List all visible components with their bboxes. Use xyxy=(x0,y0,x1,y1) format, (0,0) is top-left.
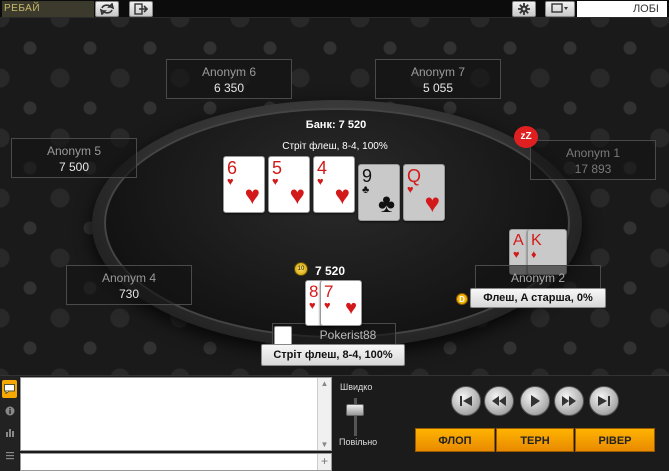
skip-back-icon xyxy=(460,396,472,406)
card-suit: ♥ xyxy=(227,176,234,188)
info-icon xyxy=(5,406,14,416)
exit-icon xyxy=(134,3,148,15)
flop-button[interactable]: ФЛОП xyxy=(415,428,495,452)
card-suit-large: ♥ xyxy=(334,180,350,210)
river-button[interactable]: РІВЕР xyxy=(575,428,655,452)
hero-hand-label: Стріт флеш, 8-4, 100% xyxy=(261,344,405,366)
card-rank: 9 xyxy=(362,166,373,186)
hero-card-2: 7 ♥ ♥ xyxy=(320,280,362,326)
card-suit: ♥ xyxy=(309,300,316,312)
dealer-button-icon: D xyxy=(456,293,468,305)
rebuy-button[interactable]: РЕБАЙ xyxy=(2,1,94,17)
play-button[interactable] xyxy=(520,386,550,416)
card-suit: ♥ xyxy=(513,249,520,261)
bar-chart-icon xyxy=(5,429,14,437)
card-suit-large: ♣ xyxy=(377,188,395,218)
card-suit: ♥ xyxy=(317,176,324,188)
seat-anonym-7[interactable]: Anonym 7 5 055 xyxy=(375,59,501,99)
seat-stack: 7 500 xyxy=(58,160,90,174)
card-rank: Q xyxy=(407,166,422,186)
card-suit: ♥ xyxy=(324,300,331,312)
board-card-3: 4 ♥ ♥ xyxy=(313,156,355,213)
speed-slider-handle[interactable] xyxy=(346,404,364,416)
board-card-2: 5 ♥ ♥ xyxy=(268,156,310,213)
skip-to-end-button[interactable] xyxy=(589,386,619,416)
settings-button[interactable] xyxy=(512,1,536,17)
hero-bet-amount: 7 520 xyxy=(315,264,346,278)
card-suit: ♥ xyxy=(272,176,279,188)
chat-input[interactable]: + xyxy=(20,453,332,471)
seat-stack: 6 350 xyxy=(213,81,245,95)
rewind-icon xyxy=(492,396,506,406)
anonym2-hand-label: Флеш, A старша, 0% xyxy=(470,288,606,308)
seat-name: Anonym 2 xyxy=(510,271,566,285)
seat-anonym-5[interactable]: Anonym 5 7 500 xyxy=(11,138,137,178)
card-rank: 7 xyxy=(324,282,334,301)
seat-name: Anonym 5 xyxy=(46,144,102,158)
lobby-button[interactable]: ЛОБІ xyxy=(577,1,667,17)
add-icon[interactable]: + xyxy=(317,454,331,470)
scroll-down-icon[interactable]: ▼ xyxy=(318,440,331,449)
card-suit-large: ♥ xyxy=(345,297,357,319)
chat-tab[interactable] xyxy=(2,380,17,398)
board-card-5: Q ♥ ♥ xyxy=(403,164,445,221)
play-icon xyxy=(531,395,540,407)
seat-anonym-1[interactable]: Anonym 1 17 893 xyxy=(530,140,656,180)
seat-stack: 17 893 xyxy=(574,162,612,176)
scroll-up-icon[interactable]: ▲ xyxy=(318,379,331,388)
gear-icon xyxy=(518,3,530,15)
skip-to-start-button[interactable] xyxy=(451,386,481,416)
poker-table-area: Anonym 6 6 350 Anonym 7 5 055 Anonym 5 7… xyxy=(0,18,669,375)
pot-label: Банк: 7 520 xyxy=(305,119,367,131)
side-tabs xyxy=(0,376,19,471)
window-icon xyxy=(551,3,568,13)
seat-name: Anonym 1 xyxy=(565,146,621,160)
chat-icon xyxy=(4,384,15,394)
sleep-badge-icon: zZ xyxy=(514,126,538,148)
card-suit-large: ♥ xyxy=(244,180,260,210)
rewind-button[interactable] xyxy=(484,386,514,416)
info-tab[interactable] xyxy=(2,402,17,420)
card-rank: A xyxy=(513,232,524,249)
chat-log[interactable]: ▲ ▼ xyxy=(20,377,332,451)
pot-hand-label: Стріт флеш, 8-4, 100% xyxy=(282,141,388,152)
seat-stack: 730 xyxy=(118,287,140,301)
seat-stack: 5 055 xyxy=(422,81,454,95)
speed-slow-label: Повільно xyxy=(339,437,378,447)
card-suit-large: ♥ xyxy=(289,180,305,210)
card-suit-large: ♥ xyxy=(424,188,440,218)
board-card-4: 9 ♣ ♣ xyxy=(358,164,400,221)
exit-button[interactable] xyxy=(129,1,153,17)
stats-tab[interactable] xyxy=(2,423,17,441)
fast-forward-button[interactable] xyxy=(554,386,584,416)
chat-scrollbar[interactable]: ▲ ▼ xyxy=(317,378,331,450)
card-rank: K xyxy=(531,232,542,249)
card-rank: 5 xyxy=(272,158,283,178)
turn-button[interactable]: ТЕРН xyxy=(496,428,574,452)
card-suit: ♣ xyxy=(362,184,370,196)
seat-name: Anonym 4 xyxy=(101,271,157,285)
bottom-panel: ▲ ▼ + Швидко Повільно ФЛОП ТЕРН РІВЕР xyxy=(0,375,669,471)
list-icon xyxy=(5,452,14,460)
seat-anonym-4[interactable]: Anonym 4 730 xyxy=(66,265,192,305)
card-suit: ♦ xyxy=(531,249,537,261)
window-size-button[interactable] xyxy=(545,1,575,17)
top-bar: РЕБАЙ ЛОБІ xyxy=(0,0,669,18)
card-rank: 6 xyxy=(227,158,238,178)
list-tab[interactable] xyxy=(2,446,17,464)
card-suit: ♥ xyxy=(407,184,414,196)
refresh-button[interactable] xyxy=(95,1,119,17)
refresh-icon xyxy=(100,3,114,15)
seat-name: Anonym 6 xyxy=(201,65,257,79)
skip-forward-icon xyxy=(598,396,610,406)
seat-name: Anonym 7 xyxy=(410,65,466,79)
chip-stack-icon: 10 xyxy=(294,262,308,276)
avatar xyxy=(274,326,292,346)
card-rank: 4 xyxy=(317,158,328,178)
seat-anonym-6[interactable]: Anonym 6 6 350 xyxy=(166,59,292,99)
board-card-1: 6 ♥ ♥ xyxy=(223,156,265,213)
fast-forward-icon xyxy=(562,396,576,406)
card-rank: 8 xyxy=(309,282,319,301)
speed-fast-label: Швидко xyxy=(340,382,373,392)
